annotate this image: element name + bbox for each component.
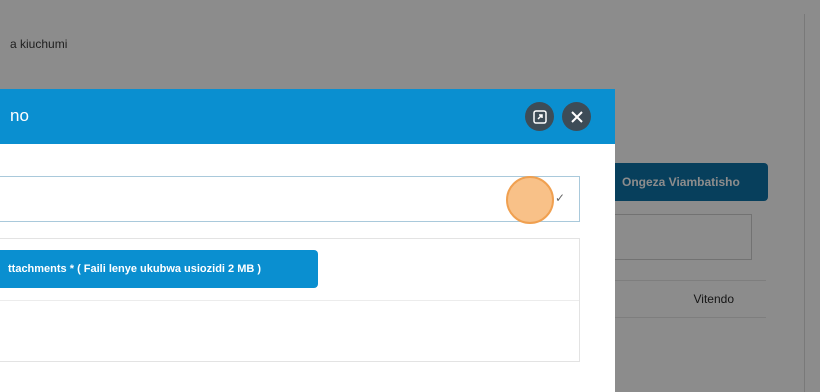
attachments-modal: no ✓ ttachments * ( Faili lenye ukubwa u… [0, 89, 615, 392]
upload-panel: ttachments * ( Faili lenye ukubwa usiozi… [0, 238, 580, 362]
close-button[interactable] [562, 102, 591, 131]
click-indicator [506, 176, 554, 224]
modal-title: no [10, 106, 29, 125]
chevron-down-icon: ✓ [554, 191, 565, 205]
modal-header: no [0, 89, 615, 144]
expand-button[interactable] [525, 102, 554, 131]
upload-divider [0, 300, 579, 301]
close-icon [570, 110, 583, 123]
expand-icon [532, 109, 547, 124]
choose-attachments-button[interactable]: ttachments * ( Faili lenye ukubwa usiozi… [0, 250, 318, 288]
attachment-type-select[interactable]: ✓ [0, 176, 580, 222]
